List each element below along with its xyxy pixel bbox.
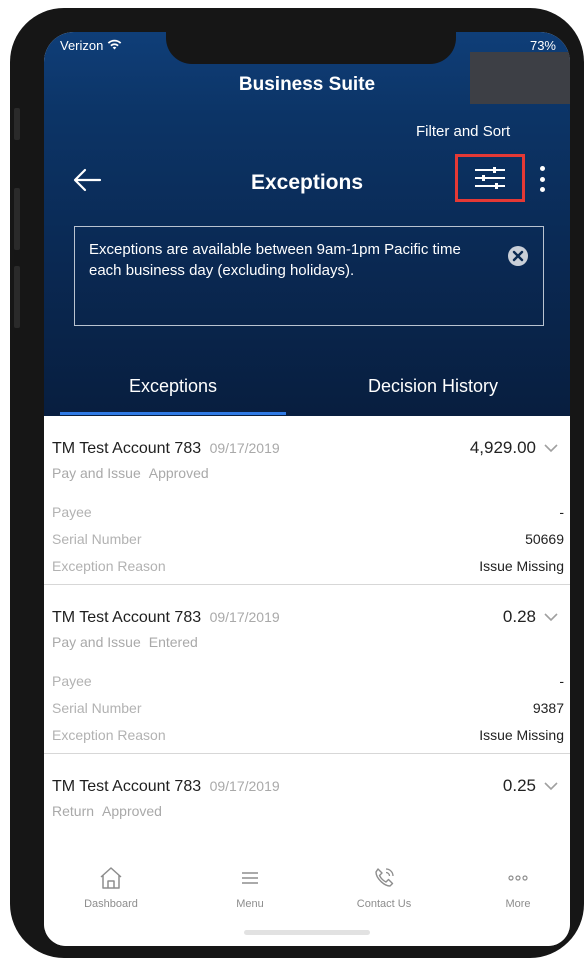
nav-contact-label: Contact Us bbox=[356, 898, 412, 910]
reason-label: Exception Reason bbox=[52, 727, 166, 743]
wifi-icon bbox=[107, 39, 122, 50]
exception-type: Pay and Issue bbox=[52, 634, 141, 650]
nav-more-label: More bbox=[505, 898, 531, 910]
reason-label: Exception Reason bbox=[52, 558, 166, 574]
amount-value: 0.28 bbox=[502, 607, 536, 626]
exception-card[interactable]: TM Test Account 783 09/17/2019 4,929.00 … bbox=[44, 416, 570, 585]
notice-text: Exceptions are available between 9am-1pm… bbox=[89, 241, 461, 279]
serial-row: Serial Number 9387 bbox=[52, 700, 564, 716]
more-options-icon[interactable] bbox=[535, 166, 549, 192]
sliders-icon bbox=[475, 167, 505, 189]
tab-exceptions[interactable]: Exceptions bbox=[60, 376, 286, 397]
exception-amount[interactable]: 4,929.00 bbox=[470, 438, 558, 458]
menu-icon bbox=[242, 872, 258, 884]
close-icon[interactable] bbox=[507, 245, 529, 267]
payee-value: - bbox=[559, 673, 564, 689]
account-name: TM Test Account 783 bbox=[52, 440, 202, 457]
exception-date: 09/17/2019 bbox=[209, 440, 280, 456]
reason-row: Exception Reason Issue Missing bbox=[52, 727, 564, 743]
account-name: TM Test Account 783 bbox=[52, 609, 202, 626]
home-icon bbox=[100, 867, 122, 889]
status-battery: 73% bbox=[529, 38, 556, 53]
nav-more[interactable]: More bbox=[468, 864, 568, 910]
phone-icon bbox=[375, 868, 394, 887]
chevron-down-icon[interactable] bbox=[544, 612, 558, 622]
reason-value: Issue Missing bbox=[479, 558, 564, 574]
exception-card[interactable]: TM Test Account 783 09/17/2019 0.28 Pay … bbox=[44, 585, 570, 754]
active-tab-indicator bbox=[60, 412, 286, 415]
chevron-down-icon[interactable] bbox=[544, 781, 558, 791]
account-line: TM Test Account 783 09/17/2019 bbox=[52, 440, 280, 458]
exception-subtitle: Pay and Issue Approved bbox=[52, 465, 209, 481]
filter-sort-button[interactable] bbox=[455, 154, 525, 202]
exception-amount[interactable]: 0.28 bbox=[503, 607, 558, 627]
payee-row: Payee - bbox=[52, 504, 564, 520]
serial-value: 9387 bbox=[532, 700, 564, 716]
volume-down-button bbox=[14, 266, 20, 328]
exception-status: Entered bbox=[148, 634, 198, 650]
status-carrier: Verizon bbox=[60, 38, 122, 53]
payee-label: Payee bbox=[52, 504, 92, 520]
chevron-down-icon[interactable] bbox=[544, 443, 558, 453]
app-title: Business Suite bbox=[238, 74, 376, 95]
account-line: TM Test Account 783 09/17/2019 bbox=[52, 609, 280, 627]
exception-amount[interactable]: 0.25 bbox=[503, 776, 558, 796]
payee-label: Payee bbox=[52, 673, 92, 689]
mute-switch bbox=[14, 108, 20, 140]
exception-status: Approved bbox=[102, 803, 162, 819]
payee-row: Payee - bbox=[52, 673, 564, 689]
serial-label: Serial Number bbox=[52, 700, 142, 716]
payee-value: - bbox=[559, 504, 564, 520]
nav-dashboard-label: Dashboard bbox=[84, 898, 138, 910]
tab-decision-history[interactable]: Decision History bbox=[308, 376, 558, 397]
reason-value: Issue Missing bbox=[479, 727, 564, 743]
app-screen: Verizon 73% Business Suite Filter and So… bbox=[44, 32, 570, 946]
home-indicator bbox=[244, 930, 370, 935]
exception-type: Return bbox=[52, 803, 95, 819]
availability-notice: Exceptions are available between 9am-1pm… bbox=[74, 226, 544, 326]
volume-up-button bbox=[14, 188, 20, 250]
serial-row: Serial Number 50669 bbox=[52, 531, 564, 547]
serial-label: Serial Number bbox=[52, 531, 142, 547]
account-name: TM Test Account 783 bbox=[52, 778, 202, 795]
nav-contact-us[interactable]: Contact Us bbox=[334, 864, 434, 910]
amount-value: 0.25 bbox=[502, 776, 536, 795]
more-icon bbox=[508, 875, 528, 881]
account-line: TM Test Account 783 09/17/2019 bbox=[52, 778, 280, 796]
amount-value: 4,929.00 bbox=[469, 438, 536, 457]
reason-row: Exception Reason Issue Missing bbox=[52, 558, 564, 574]
filter-sort-label: Filter and Sort bbox=[416, 123, 511, 140]
exception-type: Pay and Issue bbox=[52, 465, 141, 481]
exceptions-list: TM Test Account 783 09/17/2019 4,929.00 … bbox=[44, 416, 570, 894]
exception-subtitle: Return Approved bbox=[52, 803, 162, 819]
serial-value: 50669 bbox=[525, 531, 564, 547]
nav-menu-label: Menu bbox=[236, 898, 264, 910]
exception-date: 09/17/2019 bbox=[209, 778, 280, 794]
nav-menu[interactable]: Menu bbox=[200, 864, 300, 910]
phone-frame: Verizon 73% Business Suite Filter and So… bbox=[10, 8, 584, 958]
exception-subtitle: Pay and Issue Entered bbox=[52, 634, 198, 650]
device-notch bbox=[166, 32, 456, 64]
nav-dashboard[interactable]: Dashboard bbox=[61, 864, 161, 910]
exception-date: 09/17/2019 bbox=[209, 609, 280, 625]
exception-status: Approved bbox=[148, 465, 209, 481]
